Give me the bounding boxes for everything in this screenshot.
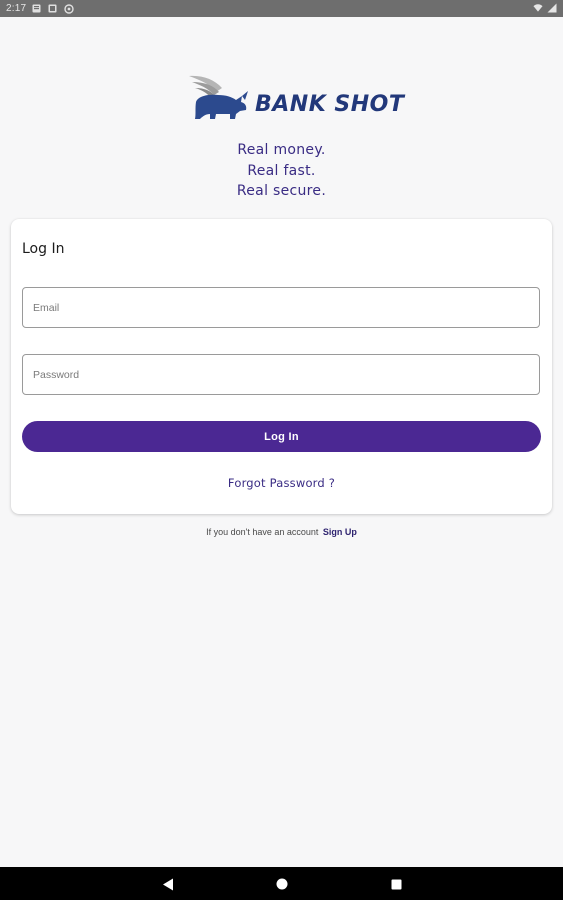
status-right (533, 3, 557, 13)
tagline-line-1: Real money. (237, 142, 326, 158)
winged-rhino-logo (189, 75, 248, 119)
tagline: Real money. Real fast. Real secure. (0, 140, 563, 202)
status-left: 2:17 (6, 3, 74, 14)
forgot-password-link[interactable]: Forgot Password ? (11, 476, 552, 490)
login-card: Log In Log In Forgot Password ? (11, 219, 552, 514)
brand-name: BANK SHOT (255, 92, 405, 117)
tagline-line-3: Real secure. (236, 183, 327, 199)
back-icon[interactable] (160, 876, 176, 892)
password-field[interactable] (22, 354, 540, 395)
signup-prompt: If you don't have an account Sign Up (0, 527, 563, 537)
status-bar: 2:17 (0, 0, 563, 17)
wifi-icon (533, 3, 543, 13)
status-time: 2:17 (6, 3, 27, 14)
tagline-line-2: Real fast. (247, 162, 316, 179)
system-nav-bar (0, 867, 563, 900)
recents-icon[interactable] (388, 876, 404, 892)
notification-icon (32, 4, 42, 14)
signup-prompt-text: If you don't have an account (206, 527, 319, 537)
brand-logo: BANK SHOT (186, 72, 404, 124)
sync-icon (64, 3, 74, 14)
signal-icon (547, 3, 557, 13)
email-field[interactable] (22, 287, 540, 328)
home-icon[interactable] (274, 876, 290, 892)
signup-link[interactable]: Sign Up (323, 527, 357, 537)
notification-icon (48, 4, 58, 14)
login-button[interactable]: Log In (22, 421, 541, 452)
login-title: Log In (22, 241, 65, 257)
